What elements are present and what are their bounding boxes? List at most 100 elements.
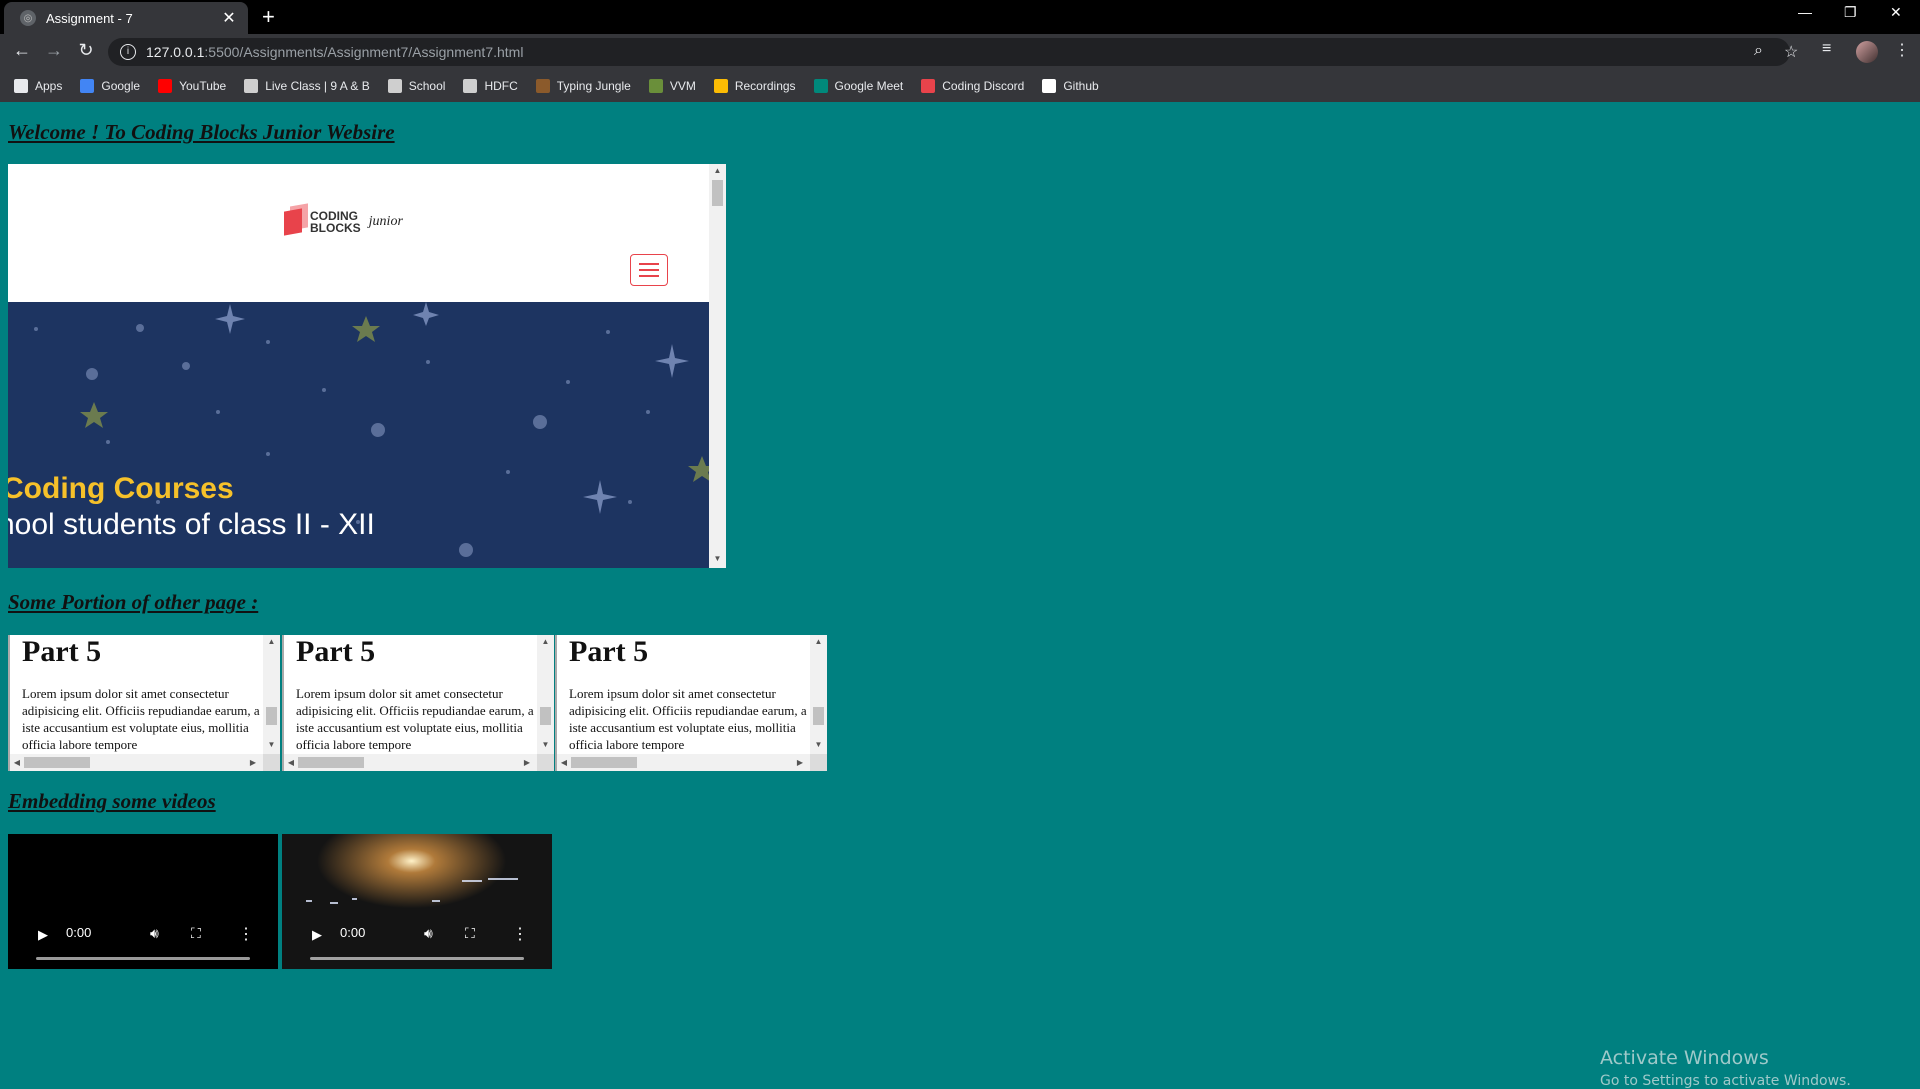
coding-blocks-logo[interactable]: CODING BLOCKS junior [284, 208, 403, 236]
part-content: Part 5 Lorem ipsum dolor sit amet consec… [284, 635, 537, 754]
bookmark-item[interactable]: HDFC [463, 79, 518, 93]
info-icon[interactable]: i [120, 44, 136, 60]
restore-icon[interactable]: ❐ [1844, 4, 1857, 21]
part-content: Part 5 Lorem ipsum dolor sit amet consec… [557, 635, 810, 754]
part-vertical-scrollbar[interactable]: ▲ ▼ [263, 635, 280, 754]
profile-avatar[interactable] [1856, 41, 1878, 63]
videos-heading: Embedding some videos [8, 789, 216, 813]
url-path: :5500/Assignments/Assignment7/Assignment… [204, 44, 524, 60]
volume-icon[interactable]: 🔊︎ [150, 925, 159, 942]
media-queue-icon[interactable]: ≡ [1822, 40, 1831, 58]
logo-cube-icon [284, 208, 302, 236]
scroll-down-arrow-icon[interactable]: ▼ [709, 554, 726, 568]
part-frame-1[interactable]: Part 5 Lorem ipsum dolor sit amet consec… [8, 635, 280, 771]
progress-bar[interactable] [310, 957, 524, 960]
video-time: 0:00 [66, 925, 92, 940]
video-player-2[interactable]: ▶ 0:00 🔊︎ ⛶ ⋮ [282, 834, 552, 969]
bookmark-item[interactable]: Apps [14, 79, 62, 93]
bookmark-label: Recordings [734, 79, 796, 93]
more-options-icon[interactable]: ⋮ [512, 924, 528, 944]
active-tab[interactable]: ◎ Assignment - 7 ✕ [4, 2, 248, 34]
bookmark-item[interactable]: Github [1042, 79, 1099, 93]
scroll-thumb[interactable] [266, 707, 277, 725]
back-arrow-icon[interactable]: ← [10, 40, 34, 61]
scroll-left-arrow-icon[interactable]: ◀ [284, 754, 298, 771]
scroll-thumb[interactable] [540, 707, 551, 725]
bookmark-star-icon[interactable]: ☆ [1784, 42, 1798, 62]
scroll-up-arrow-icon[interactable]: ▲ [537, 637, 554, 651]
scroll-down-arrow-icon[interactable]: ▼ [810, 740, 827, 754]
part-title: Part 5 [296, 635, 376, 668]
volume-icon[interactable]: 🔊︎ [424, 925, 433, 942]
browser-toolbar: ← → ↻ i 127.0.0.1:5500/Assignments/Assig… [0, 34, 1920, 70]
bookmark-item[interactable]: Recordings [713, 79, 796, 93]
tab-close-icon[interactable]: ✕ [218, 8, 240, 28]
new-tab-button[interactable]: + [262, 4, 275, 30]
hero-title: Coding Courses [8, 472, 234, 505]
scroll-up-arrow-icon[interactable]: ▲ [263, 637, 280, 651]
more-options-icon[interactable]: ⋮ [238, 924, 254, 944]
url-host: 127.0.0.1 [146, 44, 205, 60]
video-player-1[interactable]: ▶ 0:00 🔊︎ ⛶ ⋮ [8, 834, 278, 969]
zoom-icon[interactable]: ⌕ [1754, 42, 1763, 60]
scroll-right-arrow-icon[interactable]: ▶ [520, 754, 534, 771]
welcome-heading: Welcome ! To Coding Blocks Junior Websir… [8, 120, 395, 144]
scroll-up-arrow-icon[interactable]: ▲ [810, 637, 827, 651]
more-menu-icon[interactable]: ⋮ [1894, 40, 1910, 60]
bookmark-label: Typing Jungle [556, 79, 631, 93]
play-icon[interactable]: ▶ [312, 927, 322, 943]
fullscreen-icon[interactable]: ⛶ [465, 925, 475, 942]
part-vertical-scrollbar[interactable]: ▲ ▼ [810, 635, 827, 754]
bookmarks-bar: Apps Google YouTube Live Class | 9 A & B Sch… [0, 70, 1920, 102]
address-bar[interactable]: i 127.0.0.1:5500/Assignments/Assignment7… [108, 38, 1798, 66]
part-vertical-scrollbar[interactable]: ▲ ▼ [537, 635, 554, 754]
part-frame-2[interactable]: Part 5 Lorem ipsum dolor sit amet consec… [282, 635, 554, 771]
progress-bar[interactable] [36, 957, 250, 960]
scroll-up-arrow-icon[interactable]: ▲ [709, 166, 726, 180]
embed-vertical-scrollbar[interactable]: ▲ ▼ [709, 164, 726, 568]
watermark-line2: Go to Settings to activate Windows. [1600, 1073, 1851, 1089]
part-text: Lorem ipsum dolor sit amet consectetur a… [569, 686, 807, 752]
hero-subtitle: hool students of class II - XII [8, 508, 375, 541]
part-text: Lorem ipsum dolor sit amet consectetur a… [296, 686, 534, 752]
bookmark-item[interactable]: School [387, 79, 445, 93]
bookmark-favicon-icon [648, 79, 663, 93]
fullscreen-icon[interactable]: ⛶ [191, 925, 201, 942]
scroll-thumb[interactable] [24, 757, 90, 768]
hamburger-menu-icon[interactable] [630, 254, 668, 286]
scrollbar-corner [537, 754, 554, 771]
forward-arrow-icon[interactable]: → [42, 40, 66, 61]
scrollbar-corner [810, 754, 827, 771]
part-horizontal-scrollbar[interactable]: ◀ ▶ [557, 754, 827, 771]
bookmark-item[interactable]: Live Class | 9 A & B [244, 79, 370, 93]
bookmark-item[interactable]: Typing Jungle [535, 79, 631, 93]
bookmark-item[interactable]: Coding Discord [921, 79, 1024, 93]
play-icon[interactable]: ▶ [38, 927, 48, 943]
part-frame-3[interactable]: Part 5 Lorem ipsum dolor sit amet consec… [555, 635, 827, 771]
video-time: 0:00 [340, 925, 366, 940]
scroll-down-arrow-icon[interactable]: ▼ [537, 740, 554, 754]
embedded-website-frame[interactable]: CODING BLOCKS junior Coding Courses hool… [8, 164, 726, 568]
bookmark-item[interactable]: VVM [648, 79, 696, 93]
bookmark-label: Google [101, 79, 141, 93]
part-title: Part 5 [569, 635, 649, 668]
part-horizontal-scrollbar[interactable]: ◀ ▶ [10, 754, 280, 771]
bookmark-item[interactable]: Google [80, 79, 140, 93]
scroll-right-arrow-icon[interactable]: ▶ [246, 754, 260, 771]
part-horizontal-scrollbar[interactable]: ◀ ▶ [284, 754, 554, 771]
scroll-thumb[interactable] [712, 180, 723, 206]
cbj-header: CODING BLOCKS junior [8, 164, 709, 302]
reload-icon[interactable]: ↻ [74, 40, 98, 61]
window-close-icon[interactable]: ✕ [1890, 4, 1902, 21]
scroll-thumb[interactable] [571, 757, 637, 768]
bookmark-item[interactable]: Google Meet [813, 79, 903, 93]
minimize-icon[interactable]: — [1798, 4, 1812, 20]
scroll-right-arrow-icon[interactable]: ▶ [793, 754, 807, 771]
scroll-thumb[interactable] [298, 757, 364, 768]
scroll-left-arrow-icon[interactable]: ◀ [10, 754, 24, 771]
bookmark-item[interactable]: YouTube [158, 79, 226, 93]
scroll-down-arrow-icon[interactable]: ▼ [263, 740, 280, 754]
bookmark-favicon-icon [158, 79, 173, 93]
scroll-thumb[interactable] [813, 707, 824, 725]
scroll-left-arrow-icon[interactable]: ◀ [557, 754, 571, 771]
